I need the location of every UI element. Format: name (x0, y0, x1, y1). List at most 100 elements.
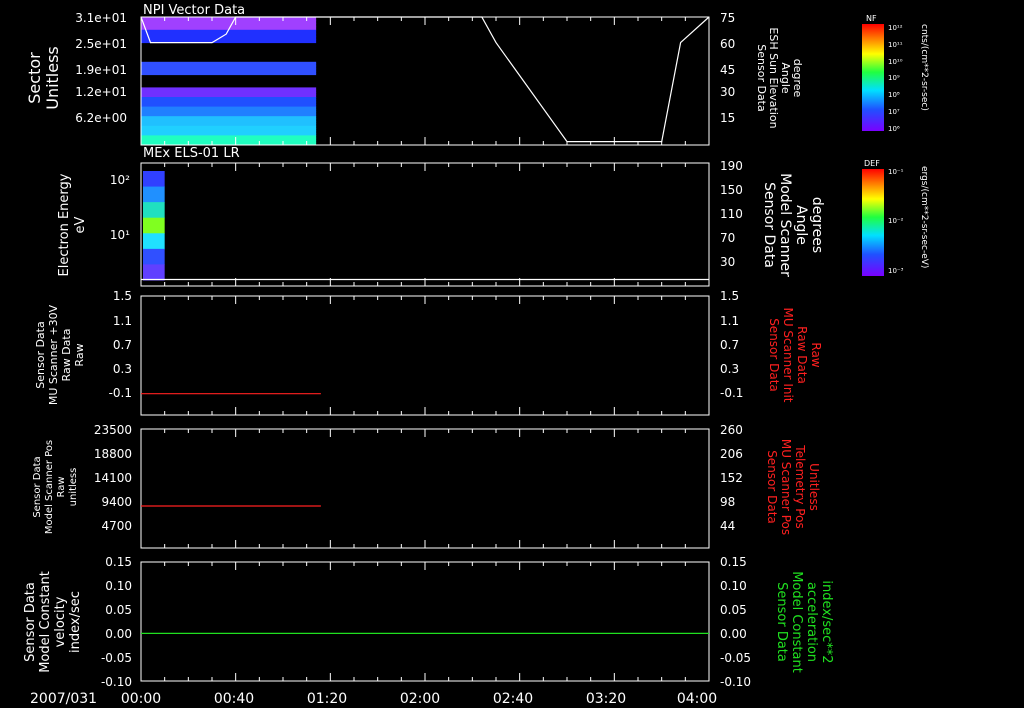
panel-0-rtick: 60 (720, 37, 735, 51)
panel-2-right-label-3: Raw Data (795, 326, 809, 384)
spectrogram-figure: NPI Vector Data Sector Unitless Sensor D… (0, 0, 1024, 708)
panel-0-rtick: 75 (720, 11, 735, 25)
panel-0-right-label-3: Angle (779, 62, 792, 94)
colorbar-1-bar (862, 169, 884, 276)
panel-1-title: MEx ELS-01 LR (143, 146, 240, 161)
panel-2-rtick: 1.5 (720, 289, 739, 303)
panel-4-ytick: 0.05 (105, 603, 132, 617)
colorbar-0-tick: 10⁶ (888, 125, 900, 133)
panel-3-rtick: 44 (720, 519, 735, 533)
panel-1-right-label-2: Model Scanner (777, 173, 793, 277)
panel-3-ytick: 23500 (94, 423, 132, 437)
panel-2-left-label-4: Raw (73, 343, 86, 366)
panel-2-ytick: 0.3 (113, 362, 132, 376)
panel-1-ytick: 10¹ (110, 228, 130, 242)
panel-2-right-label-2: MU Scanner Init (781, 307, 795, 402)
panel-4-rtick: -0.10 (720, 675, 751, 689)
colorbar-0-tick: 10⁸ (888, 91, 900, 99)
colorbar-1-tick: 10⁻³ (888, 267, 904, 275)
colorbar-0-tick: 10⁷ (888, 108, 900, 116)
panel-3-right-label-1: Sensor Data (765, 450, 779, 524)
panel-3-left-label-3: Raw (56, 476, 67, 497)
panel-0-ytick: 1.9e+01 (75, 63, 127, 77)
panel-1-rtick: 190 (720, 159, 743, 173)
time-tick: 01:20 (307, 691, 347, 707)
panel-4-right-label-1: Sensor Data (774, 582, 789, 662)
time-tick: 03:20 (586, 691, 626, 707)
panel-2-ytick: -0.1 (109, 386, 132, 400)
time-tick: 02:40 (493, 691, 533, 707)
heatmap-cell (141, 20, 317, 24)
panel-4-left-label-1: Sensor Data (23, 582, 38, 662)
panel-3-rtick: 260 (720, 423, 743, 437)
panel-1-rtick: 150 (720, 183, 743, 197)
date-label: 2007/031 (30, 691, 97, 707)
heatmap-cell (141, 33, 317, 37)
panel-0-rtick: 45 (720, 63, 735, 77)
panel-2-ytick: 1.5 (113, 289, 132, 303)
panel-0-ytick: 3.1e+01 (75, 11, 127, 25)
time-tick: 00:40 (214, 691, 254, 707)
panel-0-rtick: 30 (720, 85, 735, 99)
panel-1-ytick: 10² (110, 173, 130, 187)
panel-2-rtick: 0.7 (720, 338, 739, 352)
panel-0-ytick: 1.2e+01 (75, 85, 127, 99)
panel-0-right-label-4: degree (791, 59, 804, 98)
time-tick: 02:00 (400, 691, 440, 707)
panel-0-ytick: 6.2e+00 (75, 111, 127, 125)
colorbar-1-unit: ergs/(cm**2-sr-sec-eV) (919, 166, 929, 268)
panel-3-right-label-3: Telemetry Pos (793, 444, 807, 528)
panel-0-rtick: 15 (720, 111, 735, 125)
panel-3-ytick: 14100 (94, 471, 132, 485)
panel-4-left-label-2: Model Constant (38, 571, 53, 673)
panel-4-rtick: 0.05 (720, 603, 747, 617)
panel-4-rtick: 0.10 (720, 579, 747, 593)
panel-1-right-label-3: Angle (793, 205, 809, 245)
heatmap-cell (143, 186, 165, 203)
heatmap-cell (143, 233, 165, 250)
time-tick: 04:00 (677, 691, 717, 707)
colorbar-0-tick: 10¹² (888, 24, 903, 32)
panel-4-ytick: -0.05 (101, 651, 132, 665)
panel-2-rtick: -0.1 (720, 386, 743, 400)
panel-4-ytick: 0.10 (105, 579, 132, 593)
panel-2-left-label-1: Sensor Data (34, 321, 47, 388)
panel-4-ytick: 0.00 (105, 627, 132, 641)
panel-3-ytick: 18800 (94, 447, 132, 461)
panel-1-right-label-4: degrees (809, 197, 825, 253)
panel-2-rtick: 1.1 (720, 314, 739, 328)
colorbar-0-tick: 10¹¹ (888, 41, 903, 49)
panel-0-title: NPI Vector Data (143, 3, 245, 18)
panel-2-left-label-3: Raw Data (60, 329, 73, 382)
panel-4-right-label-4: index/sec**2 (819, 580, 834, 663)
heatmap-cell (143, 202, 165, 219)
panel-4-ytick: -0.10 (101, 675, 132, 689)
panel-0-right-label-2: ESH Sun Elevation (767, 27, 780, 128)
heatmap-cell (141, 23, 317, 28)
time-tick: 00:00 (121, 691, 161, 707)
panel-4-left-label-3: velocity (53, 596, 68, 647)
heatmap-cell (143, 248, 165, 265)
heatmap-cell (141, 36, 317, 40)
colorbar-1-tick: 10⁻² (888, 217, 904, 225)
panel-3-rtick: 98 (720, 495, 735, 509)
panel-2-right-label-4: Raw (809, 342, 823, 367)
panel-2-right-label-1: Sensor Data (767, 318, 781, 392)
panel-4-rtick: 0.15 (720, 555, 747, 569)
panel-3-right-label-4: Unitless (807, 463, 821, 511)
panel-0-ytick: 2.5e+01 (75, 37, 127, 51)
panel-4-right-label-2: Model Constant (789, 571, 804, 673)
panel-0-left-label-1: Sector (25, 52, 44, 104)
colorbar-0-tick: 10⁹ (888, 74, 900, 82)
panel-0-left-label-2: Unitless (43, 46, 62, 110)
colorbar-1-tick: 10⁻¹ (888, 168, 904, 176)
panel-3-left-label-1: Sensor Data (32, 456, 43, 517)
panel-4-right-label-3: acceleration (804, 582, 819, 662)
heatmap-cell (143, 264, 165, 281)
colorbar-1-title: DEF (864, 159, 880, 168)
panel-3-left-label-4: unitless (68, 468, 79, 507)
panel-3-rtick: 152 (720, 471, 743, 485)
panel-4-ytick: 0.15 (105, 555, 132, 569)
heatmap-cell (141, 73, 317, 76)
panel-1-right-label-1: Sensor Data (761, 182, 777, 268)
